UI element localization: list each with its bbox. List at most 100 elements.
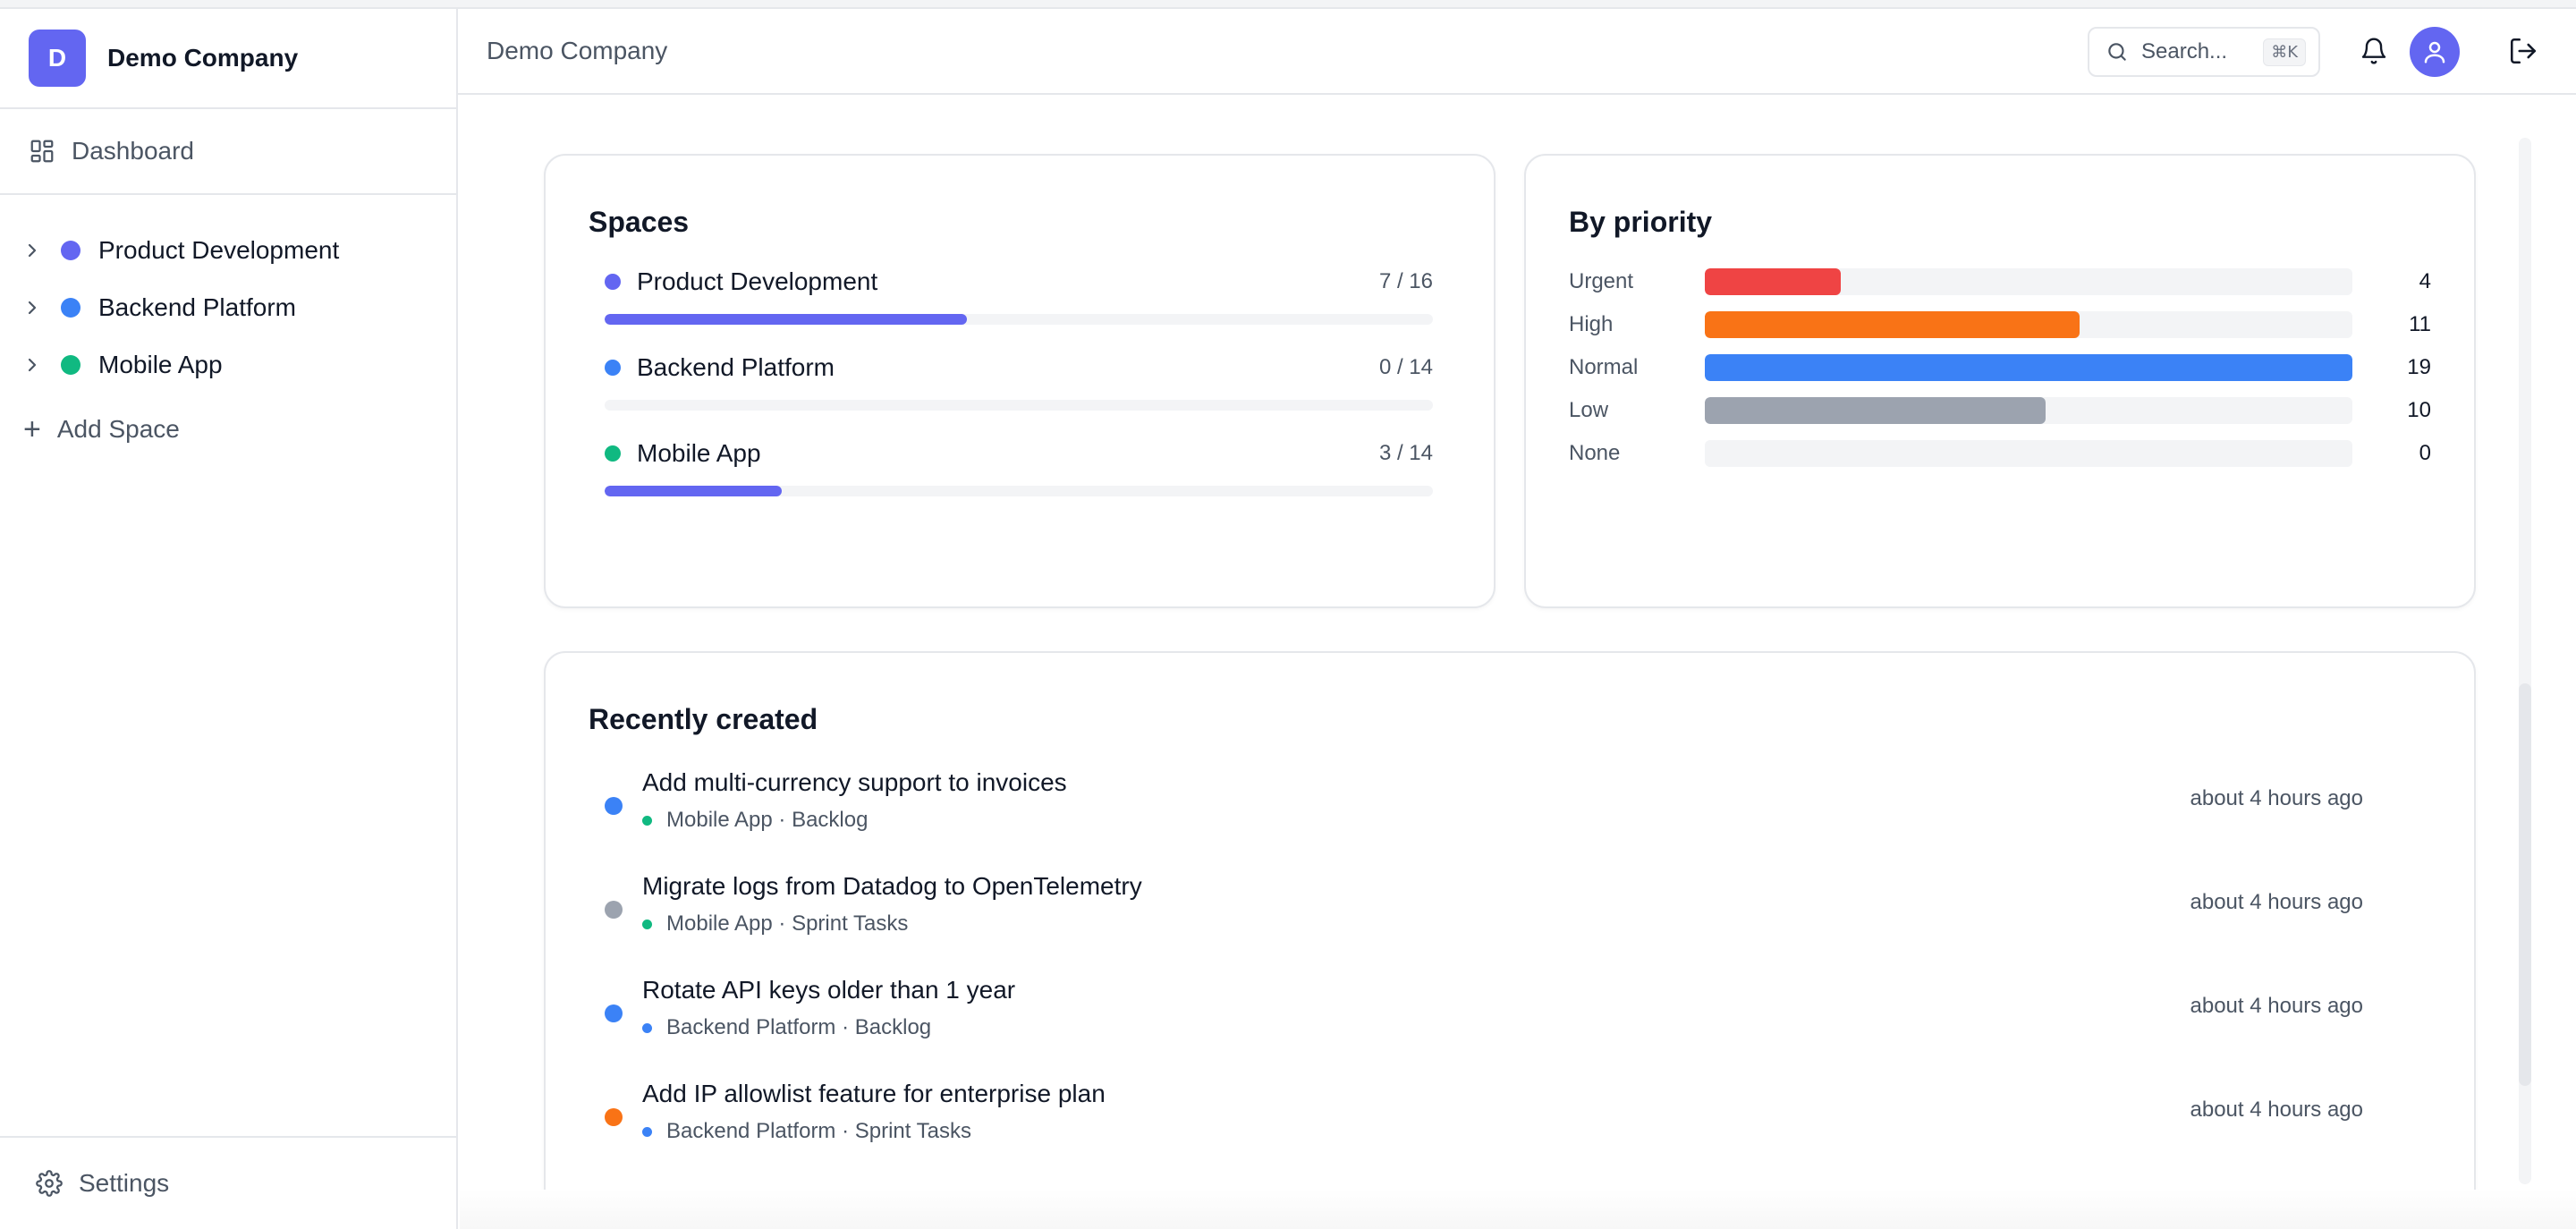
notifications-button[interactable] bbox=[2360, 36, 2388, 71]
task-title[interactable]: Rotate API keys older than 1 year bbox=[642, 976, 1015, 1004]
space-progress-row[interactable]: Product Development 7 / 16 bbox=[589, 264, 1451, 325]
sidebar-item-settings[interactable]: Settings bbox=[0, 1136, 456, 1229]
window-top-edge bbox=[0, 0, 2576, 9]
space-color-dot bbox=[605, 274, 621, 290]
sidebar-item-mobile-app[interactable]: Mobile App bbox=[0, 336, 456, 394]
page-title: Demo Company bbox=[487, 37, 668, 64]
space-progress-row[interactable]: Mobile App 3 / 14 bbox=[589, 436, 1451, 496]
list-item[interactable]: Rotate API keys older than 1 year Backen… bbox=[589, 976, 2431, 1080]
task-title[interactable]: Add IP allowlist feature for enterprise … bbox=[642, 1080, 1106, 1108]
task-title[interactable]: Add multi-currency support to invoices bbox=[642, 768, 1067, 797]
priority-row: High 11 bbox=[1569, 303, 2431, 346]
priority-bar bbox=[1705, 268, 2352, 295]
list-item[interactable]: Migrate logs from Datadog to OpenTelemet… bbox=[589, 872, 2431, 976]
priority-row: None 0 bbox=[1569, 432, 2431, 475]
priority-bar bbox=[1705, 397, 2352, 424]
logout-button[interactable] bbox=[2508, 36, 2538, 71]
chevron-right-icon[interactable] bbox=[25, 299, 41, 317]
sidebar-item-dashboard[interactable]: Dashboard bbox=[0, 109, 456, 195]
sidebar-item-product-development[interactable]: Product Development bbox=[0, 222, 456, 279]
user-icon bbox=[2424, 41, 2445, 64]
space-color-dot bbox=[642, 1022, 652, 1033]
main-scrollbar[interactable] bbox=[2519, 138, 2531, 1184]
sidebar-item-label: Dashboard bbox=[72, 137, 194, 165]
plus-icon: + bbox=[23, 411, 41, 446]
workspace-logo: D bbox=[29, 30, 86, 87]
priority-dot bbox=[605, 901, 623, 919]
priority-bar bbox=[1705, 311, 2352, 338]
task-location: Mobile App · Backlog bbox=[666, 808, 869, 832]
priority-label: None bbox=[1569, 441, 1621, 465]
list-item[interactable]: Add IP allowlist feature for enterprise … bbox=[589, 1080, 2431, 1183]
space-name: Mobile App bbox=[637, 439, 761, 467]
workspace-switcher[interactable]: D Demo Company bbox=[0, 9, 456, 109]
task-created-time: about 4 hours ago bbox=[2190, 786, 2364, 810]
sidebar-item-backend-platform[interactable]: Backend Platform bbox=[0, 279, 456, 336]
space-progress-row[interactable]: Backend Platform 0 / 14 bbox=[589, 350, 1451, 411]
user-avatar-button[interactable] bbox=[2410, 27, 2460, 77]
priority-count: 0 bbox=[2419, 441, 2431, 465]
space-color-dot bbox=[61, 298, 80, 318]
priority-bar-fill bbox=[1705, 311, 2080, 338]
space-progress-bar bbox=[605, 314, 1433, 325]
top-header: Demo Company Search... ⌘K bbox=[458, 9, 2576, 95]
task-location: Backend Platform · Backlog bbox=[666, 1015, 932, 1039]
chevron-right-icon[interactable] bbox=[25, 356, 41, 374]
logout-icon bbox=[2510, 38, 2537, 64]
priority-bar-fill bbox=[1705, 354, 2352, 381]
search-shortcut-badge: ⌘K bbox=[2263, 38, 2306, 66]
search-input[interactable]: Search... ⌘K bbox=[2088, 27, 2320, 77]
space-color-dot bbox=[642, 1126, 652, 1137]
priority-count: 11 bbox=[2409, 312, 2431, 336]
space-color-dot bbox=[61, 355, 80, 375]
search-placeholder: Search... bbox=[2141, 39, 2228, 64]
spaces-card-title: Spaces bbox=[589, 206, 690, 238]
recent-task-list: Add multi-currency support to invoices M… bbox=[589, 768, 2431, 1183]
priority-row: Urgent 4 bbox=[1569, 260, 2431, 303]
priority-label: Low bbox=[1569, 398, 1609, 422]
space-task-count: 3 / 14 bbox=[1378, 441, 1433, 465]
task-created-time: about 4 hours ago bbox=[2190, 994, 2364, 1018]
priority-dot bbox=[605, 1108, 623, 1126]
list-item[interactable]: Add multi-currency support to invoices M… bbox=[589, 768, 2431, 872]
priority-bar bbox=[1705, 440, 2352, 467]
priority-label: Urgent bbox=[1569, 269, 1634, 293]
space-progress-bar bbox=[605, 486, 1433, 496]
space-name: Backend Platform bbox=[637, 353, 835, 381]
scrollbar-thumb[interactable] bbox=[2519, 683, 2531, 1086]
chevron-right-icon[interactable] bbox=[25, 242, 41, 259]
priority-card: By priority Urgent 4 High 11 Normal 19 L… bbox=[1524, 154, 2476, 608]
add-space-label: Add Space bbox=[56, 415, 180, 443]
priority-bar-fill bbox=[1705, 268, 1842, 295]
workspace-name: Demo Company bbox=[107, 44, 299, 72]
priority-list: Urgent 4 High 11 Normal 19 Low 10 None 0 bbox=[1569, 260, 2431, 475]
bottom-edge bbox=[460, 1190, 2576, 1229]
add-space-button[interactable]: + Add Space bbox=[0, 397, 456, 462]
sidebar-item-label: Mobile App bbox=[98, 351, 223, 378]
spaces-card: Spaces Product Development 7 / 16 Backen… bbox=[544, 154, 1496, 608]
dashboard-icon bbox=[30, 140, 54, 163]
sidebar-spaces-list: Product Development Backend Platform Mob… bbox=[0, 195, 456, 462]
settings-label: Settings bbox=[79, 1169, 170, 1197]
priority-bar-fill bbox=[1705, 397, 2046, 424]
recently-created-title: Recently created bbox=[589, 703, 818, 735]
space-progress-fill bbox=[605, 486, 783, 496]
priority-row: Normal 19 bbox=[1569, 346, 2431, 389]
priority-card-title: By priority bbox=[1569, 206, 1713, 238]
priority-count: 19 bbox=[2407, 355, 2431, 379]
priority-label: High bbox=[1569, 312, 1614, 336]
priority-label: Normal bbox=[1569, 355, 1639, 379]
space-color-dot bbox=[642, 815, 652, 826]
sidebar: D Demo Company Dashboard Product Develop… bbox=[0, 9, 458, 1229]
gear-icon bbox=[36, 1170, 63, 1197]
dashboard-main: Spaces Product Development 7 / 16 Backen… bbox=[460, 95, 2576, 1229]
task-location: Mobile App · Sprint Tasks bbox=[666, 911, 909, 936]
priority-dot bbox=[605, 1004, 623, 1022]
priority-bar bbox=[1705, 354, 2352, 381]
priority-count: 4 bbox=[2419, 269, 2431, 293]
space-color-dot bbox=[605, 360, 621, 376]
space-task-count: 0 / 14 bbox=[1378, 355, 1433, 379]
task-title[interactable]: Migrate logs from Datadog to OpenTelemet… bbox=[642, 872, 1142, 901]
search-icon bbox=[2108, 43, 2126, 61]
space-color-dot bbox=[61, 241, 80, 260]
